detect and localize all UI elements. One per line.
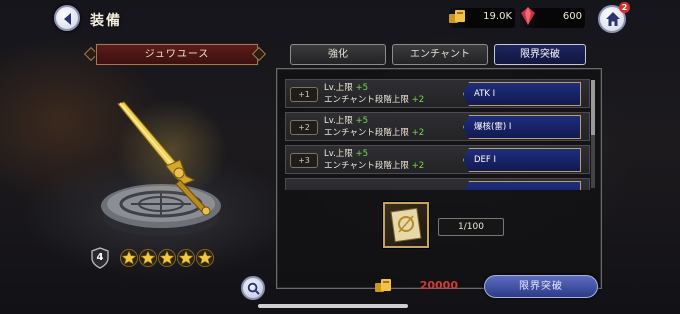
gem-amount: 600: [562, 11, 582, 22]
item-name-banner: ジュワユース: [95, 43, 259, 66]
level-cap-value: +5: [355, 149, 369, 159]
inspect-button[interactable]: [241, 276, 265, 300]
step-badge: +2: [290, 120, 318, 135]
home-indicator: [258, 304, 408, 308]
list-item: +1 Lv.上限 +5 エンチャント段階上限 +2 ATK I: [285, 79, 590, 108]
star-rating: [120, 249, 214, 267]
bonus-text: Lv.上限 +5 エンチャント段階上限 +2: [324, 148, 424, 172]
material-item[interactable]: [383, 202, 429, 248]
scroll-material-icon: [390, 207, 422, 243]
enchant-cap-label: エンチャント段階上限: [324, 161, 409, 171]
limit-break-cost: 20000: [419, 279, 458, 292]
reward-label-partial: [463, 181, 581, 190]
enchant-cap-value: +2: [411, 161, 425, 171]
scrollbar-thumb[interactable]: [591, 80, 595, 135]
reward-label: DEF I: [463, 148, 581, 172]
level-cap-label: Lv.上限: [324, 83, 353, 93]
limit-break-list[interactable]: +1 Lv.上限 +5 エンチャント段階上限 +2 ATK I +2 Lv.上限…: [285, 79, 590, 190]
magnifier-icon: [247, 282, 260, 295]
page-title: 装備: [90, 13, 122, 29]
back-button[interactable]: [54, 5, 80, 31]
reward-label: ATK I: [463, 82, 581, 106]
enchant-cap-value: +2: [411, 128, 425, 138]
star-icon: [120, 249, 138, 267]
level-cap-label: Lv.上限: [324, 116, 353, 126]
sword-image: [117, 101, 211, 216]
star-icon: [139, 249, 157, 267]
gold-coins-icon: [375, 279, 391, 292]
level-cap-label: Lv.上限: [324, 149, 353, 159]
list-item-partial: [285, 178, 590, 190]
material-count: 1/100: [438, 218, 504, 236]
level-cap-value: +5: [355, 116, 369, 126]
red-gem-icon: [521, 7, 535, 25]
star-icon: [158, 249, 176, 267]
step-badge: +3: [290, 153, 318, 168]
list-item: +3 Lv.上限 +5 エンチャント段階上限 +2 DEF I: [285, 145, 590, 174]
star-icon: [196, 249, 214, 267]
star-icon: [177, 249, 195, 267]
reward-label: 爆核(雷) I: [463, 115, 581, 139]
tab-limit-break[interactable]: 限界突破: [494, 44, 586, 65]
tab-enchant[interactable]: エンチャント: [392, 44, 488, 65]
limit-break-button[interactable]: 限界突破: [484, 275, 598, 298]
bonus-text: Lv.上限 +5 エンチャント段階上限 +2: [324, 82, 424, 106]
item-name: ジュワユース: [144, 49, 210, 60]
back-arrow-icon: [64, 13, 71, 25]
tab-enhance[interactable]: 強化: [290, 44, 386, 65]
step-badge: +1: [290, 87, 318, 102]
gold-coins-icon: [449, 10, 465, 23]
enchant-cap-label: エンチャント段階上限: [324, 95, 409, 105]
notification-badge: 2: [619, 2, 630, 13]
level-cap-value: +5: [355, 83, 369, 93]
gold-amount: 19.0K: [483, 11, 512, 22]
enchant-cap-label: エンチャント段階上限: [324, 128, 409, 138]
home-icon: [606, 12, 620, 26]
item-level: 4: [96, 252, 104, 263]
enchant-cap-value: +2: [411, 95, 425, 105]
bonus-text: Lv.上限 +5 エンチャント段階上限 +2: [324, 115, 424, 139]
list-item: +2 Lv.上限 +5 エンチャント段階上限 +2 爆核(雷) I: [285, 112, 590, 141]
